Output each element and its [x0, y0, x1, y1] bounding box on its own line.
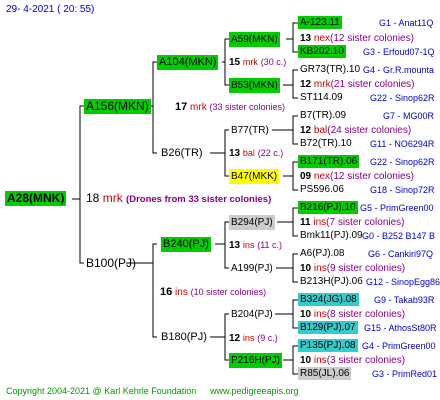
gen2-stats-4: 12 ins (9 c.): [229, 333, 278, 344]
gen3-node-1: A59(MKN): [229, 32, 280, 47]
gen4-info-2: G3 - Erfoud07-1Q: [363, 47, 435, 57]
gen4-node-3: GR73(TR).10: [300, 64, 361, 75]
gen4-node-15: P135(PJ).08: [298, 339, 358, 352]
gen4-info-8: G18 - Sinop72R: [370, 185, 435, 195]
gen4-node-9: B216(PJ).10: [298, 201, 358, 214]
gen4-node-5: B7(TR).09: [300, 110, 347, 121]
gen3-node-2: B53(MKN): [229, 78, 280, 93]
gen4-node-12: B213H(PJ).06: [300, 276, 363, 287]
gen4-node-2: KB202.10: [298, 45, 346, 58]
gen2-stats-1: 15 mrk (30 c.): [229, 57, 287, 68]
gen4-info-5: G7 - MG00R: [383, 111, 435, 121]
gen4-info-3: G4 - Gr.R.mounta: [363, 65, 435, 75]
gen4-info-10: G0 - B252 B147 B: [362, 231, 436, 241]
gen4-node-10: Bmk11(PJ).09: [300, 230, 363, 241]
root-note: (Drones from 33 sister colonies): [126, 194, 272, 205]
gen3-node-4: B47(MKK): [229, 169, 280, 184]
gen4-info-9: G5 - PrimGreen00: [360, 203, 434, 213]
gen3-stats-4: 09 nex(12 sister colonies): [300, 171, 414, 182]
header-date: 29- 4-2021 ( 20: 55): [6, 4, 95, 15]
gen4-info-15: G4 - PrimGreen00: [362, 341, 436, 351]
gen3-stats-6: 10 ins(9 sister colonies): [300, 263, 406, 274]
footer-copyright: Copyright 2004-2021 @ Karl Kehrle Founda…: [6, 386, 197, 396]
footer-site: www.pedigreeapis.org: [210, 386, 299, 396]
gen3-node-7: B204(PJ): [231, 309, 273, 320]
gen2-stats-3: 13 ins (11 c.): [229, 240, 283, 251]
pedigree-canvas: 29- 4-2021 ( 20: 55) A28(MNK) 18 mrk (Dr…: [0, 0, 440, 400]
gen3-stats-8: 10 ins(3 sister colonies): [300, 355, 406, 366]
gen4-node-1: A-123.11: [298, 16, 342, 29]
root-stats: 18 mrk (Drones from 33 sister colonies): [86, 192, 271, 206]
gen3-node-8: P216H(PJ): [229, 353, 282, 368]
gen4-info-4: G22 - Sinop62R: [370, 93, 435, 103]
gen3-stats-7: 10 ins(8 sister colonies): [300, 309, 406, 320]
gen3-stats-1: 13 nex(12 sister colonies): [300, 33, 414, 44]
gen3-node-6: A199(PJ): [231, 263, 273, 274]
gen4-node-4: ST114.09: [300, 92, 343, 103]
gen1-stats-1: 17 mrk (33 sister colonies): [175, 101, 286, 113]
gen4-info-7: G22 - Sinop62R: [370, 157, 435, 167]
root-unit: mrk: [102, 191, 123, 205]
gen3-node-3: B77(TR): [231, 125, 269, 136]
gen4-info-6: G11 - NO6294R: [370, 139, 435, 149]
root-count: 18: [86, 191, 100, 205]
gen4-info-1: G1 - Anat11Q: [379, 18, 434, 28]
gen3-stats-2: 12 mrk(21 sister colonies): [300, 79, 415, 90]
gen4-info-16: G3 - PrimRed01: [372, 369, 438, 379]
gen1-node-1: A156(MKN): [84, 99, 151, 114]
gen4-node-16: R85(JL).06: [298, 367, 352, 380]
gen1-stats-2: 16 ins (10 sister colonies): [160, 286, 267, 298]
gen2-node-2: B26(TR): [161, 147, 203, 159]
gen4-info-13: G9 - Takab93R: [374, 295, 435, 305]
gen2-stats-2: 13 bal (22 c.): [229, 148, 284, 159]
gen4-info-14: G15 - AthosSt80R: [364, 323, 437, 333]
gen3-stats-5: 11 ins(7 sister colonies): [300, 217, 405, 228]
gen4-info-12: G12 - SinopEgg86R: [366, 277, 440, 287]
gen1-node-2: B100(PJ): [86, 256, 137, 270]
gen2-node-3: B240(PJ): [161, 237, 211, 252]
gen2-node-4: B180(PJ): [161, 331, 207, 343]
root-node: A28(MNK): [5, 191, 67, 206]
gen4-node-14: B129(PJ).07: [298, 321, 358, 334]
gen3-stats-3: 12 bal(24 sister colonies): [300, 125, 412, 136]
gen3-node-5: B294(PJ): [229, 215, 275, 230]
gen2-node-1: A104(MKN): [157, 55, 219, 70]
gen4-node-11: A6(PJ).08: [300, 248, 345, 259]
gen4-info-11: G6 - Cankiri97Q: [368, 249, 434, 259]
gen4-node-13: B324(JG).08: [298, 293, 359, 306]
gen4-node-7: B171(TR).06: [298, 155, 360, 168]
gen4-node-6: B72(TR).10: [300, 138, 352, 149]
gen4-node-8: PS596.06: [300, 184, 344, 195]
